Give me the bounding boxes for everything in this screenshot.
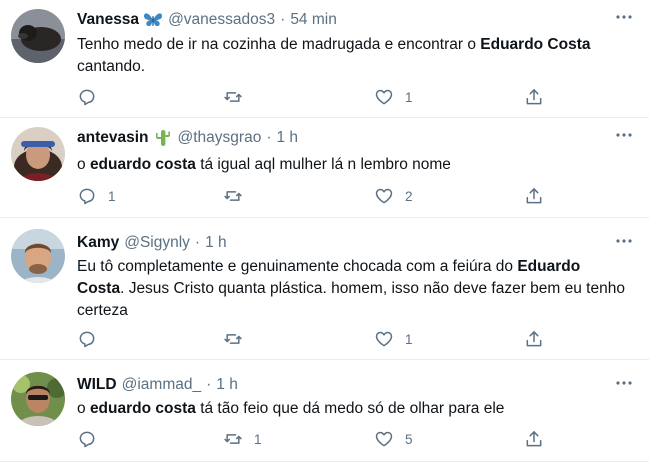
share-button[interactable] [524, 428, 544, 450]
tweet-text-part: tá tão feio que dá medo só de olhar para… [195, 400, 505, 417]
handle[interactable]: @vanessados3 [168, 10, 275, 30]
tweet-feed: Vanessa @vanessados3 · 54 min Tenho medo… [0, 0, 649, 462]
tweet-text-part: tá igual aql mulher lá n lembro nome [195, 156, 451, 173]
handle[interactable]: @iammad_ [122, 375, 201, 395]
tweet-header: Vanessa @vanessados3 · 54 min [77, 10, 337, 30]
separator: · [280, 11, 286, 28]
tweet-text-part: Tenho medo de ir na cozinha de madrugada… [77, 36, 481, 53]
avatar[interactable] [11, 372, 65, 426]
reply-button[interactable] [77, 428, 108, 450]
tweet[interactable]: WILD @iammad_ · 1 h o eduardo costa tá t… [0, 360, 649, 462]
tweet-text-highlight: eduardo costa [89, 400, 196, 417]
share-icon [524, 329, 544, 349]
handle[interactable]: @thaysgrao [178, 128, 262, 148]
handle[interactable]: @Sigynly [124, 233, 190, 253]
avatar[interactable] [11, 9, 65, 63]
retweet-button[interactable] [223, 185, 254, 207]
tweet-text-part: o [77, 400, 90, 417]
tweet-text-part: . Jesus Cristo quanta plástica. homem, i… [77, 280, 625, 319]
like-icon [374, 329, 394, 349]
share-button[interactable] [524, 86, 544, 108]
separator: · [194, 234, 201, 251]
tweet-text-part: cantando. [77, 58, 146, 75]
share-icon [524, 87, 544, 107]
reply-button[interactable]: 1 [77, 185, 116, 207]
more-icon[interactable] [615, 8, 633, 26]
timestamp[interactable]: 1 h [216, 375, 238, 395]
reply-icon [77, 186, 97, 206]
tweet-header: Kamy @Sigynly · 1 h [77, 233, 227, 253]
display-name[interactable]: WILD [77, 375, 117, 395]
retweet-icon [223, 329, 243, 349]
timestamp[interactable]: 1 h [277, 128, 299, 148]
more-icon[interactable] [615, 126, 633, 144]
reply-icon [77, 429, 97, 449]
reply-button[interactable] [77, 328, 108, 350]
tweet-actions: 1 5 [77, 428, 557, 450]
more-icon[interactable] [615, 374, 633, 392]
display-name[interactable]: antevasin [77, 128, 149, 148]
tweet-actions: 1 2 [77, 185, 557, 207]
retweet-icon [223, 429, 243, 449]
share-button[interactable] [524, 185, 544, 207]
like-count: 2 [405, 188, 413, 204]
display-name[interactable]: Kamy [77, 233, 119, 253]
reply-icon [77, 87, 97, 107]
tweet-text: o eduardo costa tá igual aql mulher lá n… [77, 154, 629, 176]
reply-button[interactable] [77, 86, 108, 108]
like-icon [374, 186, 394, 206]
tweet-text-part: o [77, 156, 90, 173]
tweet-header: WILD @iammad_ · 1 h [77, 375, 238, 395]
tweet[interactable]: antevasin @thaysgrao · 1 h o eduardo cos… [0, 118, 649, 218]
retweet-button[interactable] [223, 86, 254, 108]
tweet-text-highlight: eduardo costa [89, 156, 196, 173]
share-icon [524, 186, 544, 206]
share-icon [524, 429, 544, 449]
like-button[interactable]: 1 [374, 328, 413, 350]
retweet-button[interactable]: 1 [223, 428, 262, 450]
like-button[interactable]: 5 [374, 428, 413, 450]
share-button[interactable] [524, 328, 544, 350]
tweet-header: antevasin @thaysgrao · 1 h [77, 128, 298, 148]
tweet-actions: 1 [77, 86, 557, 108]
timestamp[interactable]: 1 h [205, 233, 227, 253]
reply-count: 1 [108, 188, 116, 204]
cactus-emoji-icon [153, 129, 173, 147]
retweet-button[interactable] [223, 328, 254, 350]
more-icon[interactable] [615, 232, 633, 250]
avatar[interactable] [11, 127, 65, 181]
separator: · [206, 376, 212, 393]
like-count: 5 [405, 431, 413, 447]
like-icon [374, 87, 394, 107]
tweet-text: Eu tô completamente e genuinamente choca… [77, 256, 629, 322]
tweet-actions: 1 [77, 328, 557, 350]
tweet-text-highlight: Eduardo Costa [480, 36, 591, 53]
reply-icon [77, 329, 97, 349]
retweet-icon [223, 186, 243, 206]
timestamp[interactable]: 54 min [290, 10, 337, 30]
retweet-count: 1 [254, 431, 262, 447]
retweet-icon [223, 87, 243, 107]
tweet-text-part: Eu tô completamente e genuinamente choca… [77, 258, 518, 275]
butterfly-emoji-icon [143, 11, 163, 29]
tweet[interactable]: Vanessa @vanessados3 · 54 min Tenho medo… [0, 0, 649, 118]
tweet-text: o eduardo costa tá tão feio que dá medo … [77, 398, 629, 420]
like-icon [374, 429, 394, 449]
like-button[interactable]: 2 [374, 185, 413, 207]
tweet[interactable]: Kamy @Sigynly · 1 h Eu tô completamente … [0, 218, 649, 360]
avatar[interactable] [11, 229, 65, 283]
separator: · [266, 129, 272, 146]
tweet-text: Tenho medo de ir na cozinha de madrugada… [77, 34, 629, 78]
like-count: 1 [405, 89, 413, 105]
like-count: 1 [405, 331, 413, 347]
display-name[interactable]: Vanessa [77, 10, 139, 30]
like-button[interactable]: 1 [374, 86, 413, 108]
